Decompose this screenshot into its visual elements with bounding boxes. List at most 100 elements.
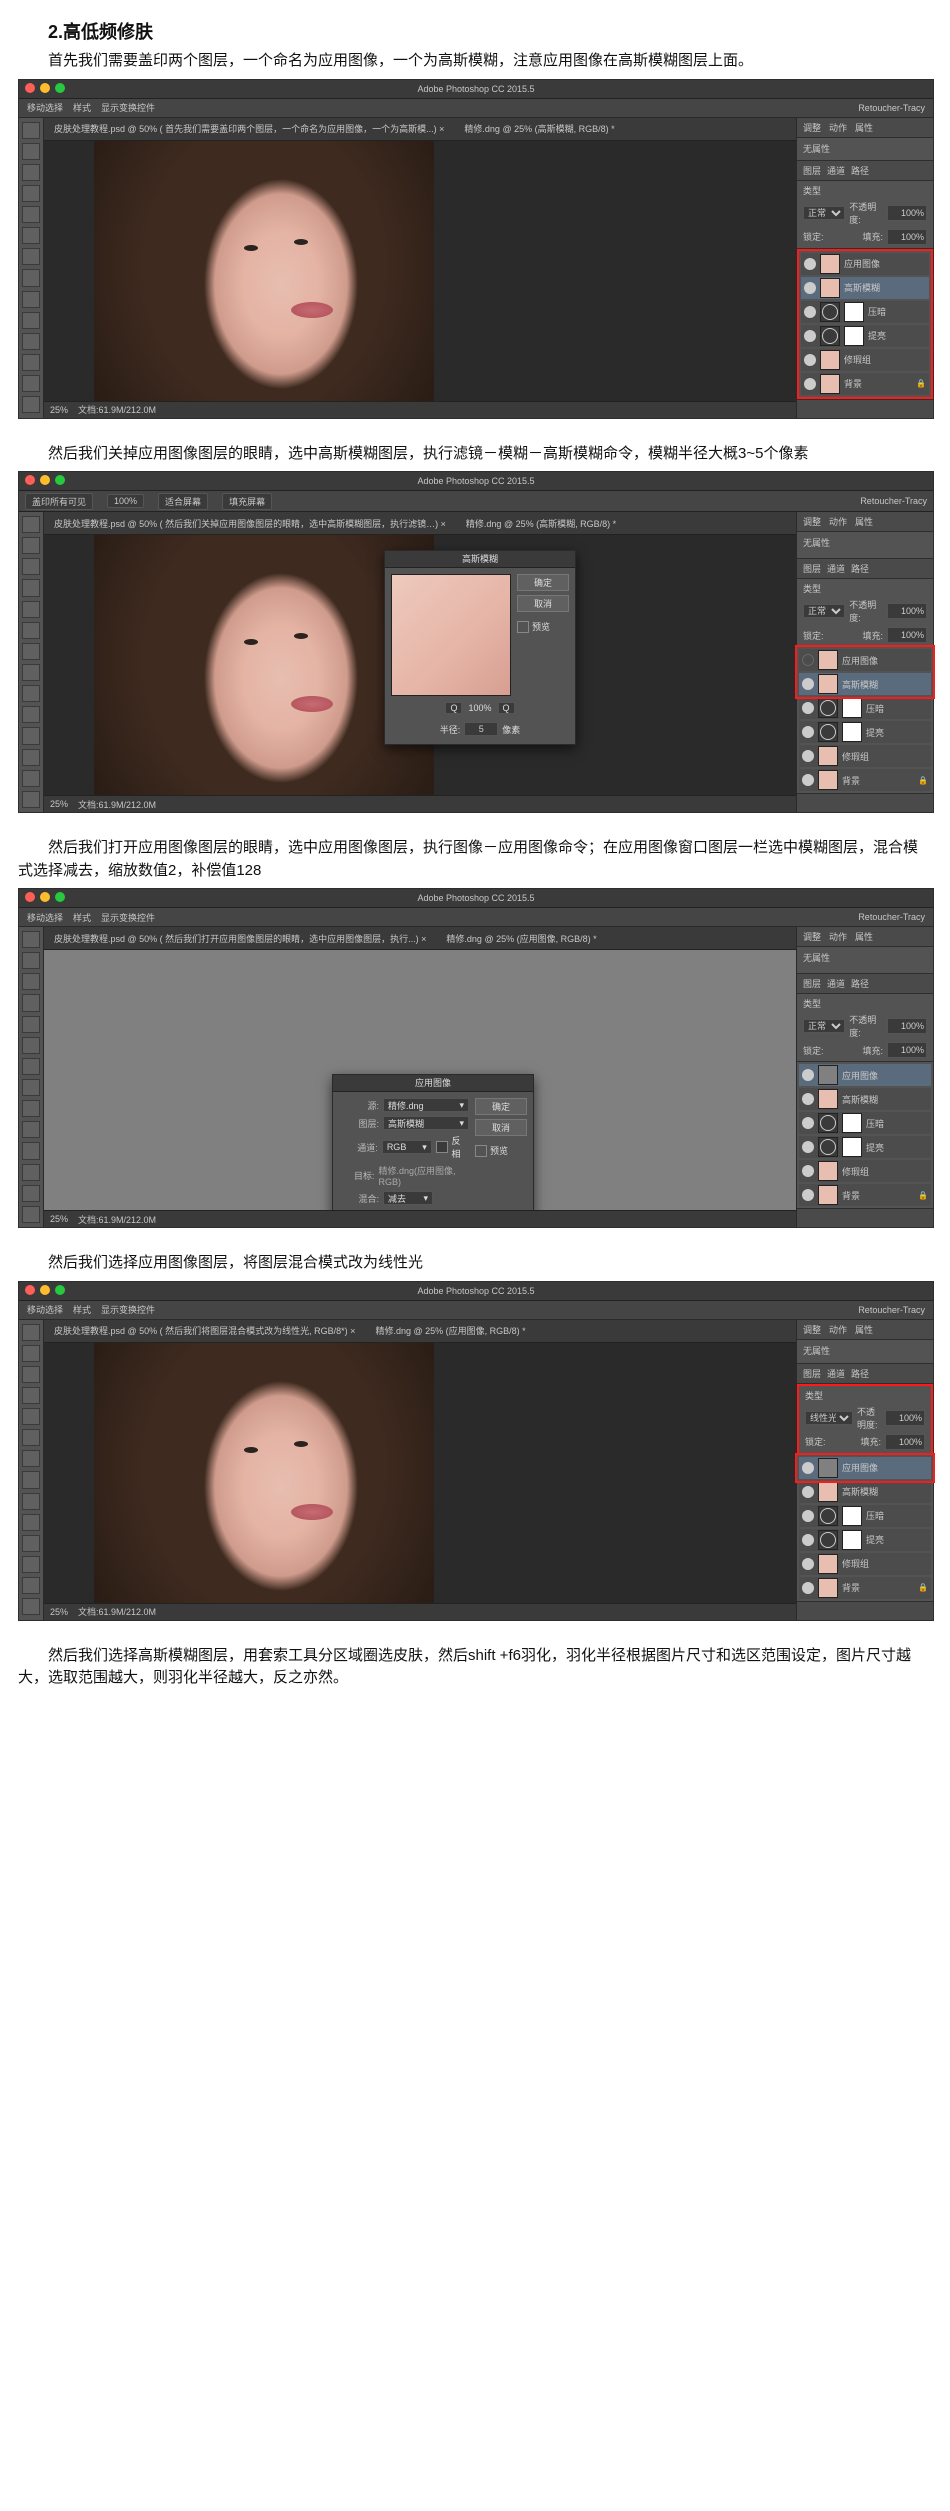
eye-icon[interactable] — [802, 678, 814, 690]
tool-icon[interactable] — [22, 516, 40, 533]
doc-tab-retouch[interactable]: 精修.dng @ 25% (高斯模糊, RGB/8) * — [464, 122, 614, 135]
panel-tab[interactable]: 调整 — [803, 1323, 821, 1336]
eye-icon[interactable] — [804, 354, 816, 366]
doc-tab[interactable]: 精修.dng @ 25% (高斯模糊, RGB/8) * — [466, 517, 616, 530]
eye-off-icon[interactable] — [802, 654, 814, 666]
opacity-input[interactable] — [885, 1410, 925, 1426]
layer-row-gauss[interactable]: 高斯模糊 — [801, 277, 929, 299]
tool-lasso-icon[interactable] — [22, 164, 40, 181]
layer-kind[interactable]: 类型 — [803, 184, 821, 197]
tool-move-icon[interactable] — [22, 122, 40, 139]
tool-icon[interactable] — [22, 931, 40, 948]
opt-transform[interactable]: 显示变换控件 — [101, 101, 155, 114]
tool-history-icon[interactable] — [22, 312, 40, 329]
panel-tab-adjust[interactable]: 调整 — [803, 121, 821, 134]
layer-row[interactable]: 压暗 — [799, 1112, 931, 1134]
layer-row[interactable]: 背景🔒 — [799, 1184, 931, 1206]
eye-icon[interactable] — [802, 1534, 814, 1546]
blend-select[interactable]: 正常 — [803, 604, 845, 618]
layer-row[interactable]: 修瑕组 — [799, 1553, 931, 1575]
layer-kind[interactable]: 类型 — [803, 997, 821, 1010]
opt-move[interactable]: 移动选择 — [27, 101, 63, 114]
tool-blur-icon[interactable] — [22, 375, 40, 392]
panel-tab-layers[interactable]: 图层 — [803, 164, 821, 177]
src-select[interactable]: 精修.dng▾ — [383, 1098, 469, 1112]
tool-icon[interactable] — [22, 1016, 40, 1033]
layer-row[interactable]: 背景🔒 — [799, 769, 931, 791]
layer-kind[interactable]: 类型 — [805, 1389, 823, 1402]
opt[interactable]: 显示变换控件 — [101, 1303, 155, 1316]
tool-icon[interactable] — [22, 1142, 40, 1159]
tool-icon[interactable] — [22, 1577, 40, 1594]
panel-tab[interactable]: 属性 — [855, 930, 873, 943]
eye-icon[interactable] — [802, 1141, 814, 1153]
panel-tab[interactable]: 动作 — [829, 930, 847, 943]
panel-tab[interactable]: 动作 — [829, 1323, 847, 1336]
tool-icon[interactable] — [22, 579, 40, 596]
invert-checkbox[interactable] — [436, 1141, 448, 1153]
opt[interactable]: 移动选择 — [27, 1303, 63, 1316]
tool-icon[interactable] — [22, 706, 40, 723]
eye-icon[interactable] — [804, 330, 816, 342]
tool-icon[interactable] — [22, 1058, 40, 1075]
layer-row[interactable]: 提亮 — [799, 1529, 931, 1551]
eye-icon[interactable] — [802, 726, 814, 738]
doc-tab[interactable]: 精修.dng @ 25% (应用图像, RGB/8) * — [446, 932, 596, 945]
opt[interactable]: 样式 — [73, 1303, 91, 1316]
eye-icon[interactable] — [802, 1558, 814, 1570]
doc-tab[interactable]: 皮肤处理教程.psd @ 50% ( 然后我们关掉应用图像图层的眼睛，选中高斯模… — [54, 517, 446, 530]
fill-input[interactable] — [887, 229, 927, 245]
tool-icon[interactable] — [22, 1185, 40, 1202]
document-tabs[interactable]: 皮肤处理教程.psd @ 50% ( 首先我们需要盖印两个图层，一个命名为应用图… — [44, 118, 796, 141]
window-traffic-lights[interactable] — [25, 83, 65, 93]
tool-icon[interactable] — [22, 1121, 40, 1138]
layer-row[interactable]: 应用图像 — [799, 1457, 931, 1479]
layer-list[interactable]: 应用图像 高斯模糊 压暗 提亮 修瑕组 背景🔒 — [797, 647, 933, 793]
tool-dodge-icon[interactable] — [22, 396, 40, 413]
tool-icon[interactable] — [22, 1429, 40, 1446]
eye-icon[interactable] — [802, 1462, 814, 1474]
tool-icon[interactable] — [22, 558, 40, 575]
fill-input[interactable] — [885, 1434, 925, 1450]
tool-icon[interactable] — [22, 1408, 40, 1425]
tool-icon[interactable] — [22, 1598, 40, 1615]
eye-icon[interactable] — [804, 378, 816, 390]
zoom-value[interactable]: 25% — [50, 1607, 68, 1617]
layer-kind[interactable]: 类型 — [803, 582, 821, 595]
eye-icon[interactable] — [802, 1165, 814, 1177]
layer-row[interactable]: 高斯模糊 — [799, 673, 931, 695]
cancel-button[interactable]: 取消 — [475, 1119, 527, 1136]
opt[interactable]: 样式 — [73, 911, 91, 924]
panel-tab[interactable]: 通道 — [827, 562, 845, 575]
doc-tab[interactable]: 皮肤处理教程.psd @ 50% ( 然后我们将图层混合模式改为线性光, RGB… — [54, 1324, 355, 1337]
panel-tab[interactable]: 通道 — [827, 1367, 845, 1380]
tool-icon[interactable] — [22, 1164, 40, 1181]
zoom-value[interactable]: 25% — [50, 799, 68, 809]
opt[interactable]: 移动选择 — [27, 911, 63, 924]
opt-fill[interactable]: 填充屏幕 — [222, 493, 272, 510]
opt-100[interactable]: 100% — [107, 494, 144, 508]
opacity-input[interactable] — [887, 603, 927, 619]
eye-icon[interactable] — [802, 1117, 814, 1129]
eye-icon[interactable] — [802, 750, 814, 762]
layer-row[interactable]: 压暗 — [799, 697, 931, 719]
layer-row[interactable]: 高斯模糊 — [799, 1088, 931, 1110]
layer-row[interactable]: 应用图像 — [799, 1064, 931, 1086]
tool-icon[interactable] — [22, 770, 40, 787]
tool-wand-icon[interactable] — [22, 185, 40, 202]
tool-icon[interactable] — [22, 643, 40, 660]
canvas-gray[interactable]: 应用图像 源:精修.dng▾ 图层:高斯模糊▾ 通道:RGB▾反相 目标:精修.… — [44, 950, 796, 1210]
panel-tab[interactable]: 调整 — [803, 515, 821, 528]
channel-select[interactable]: RGB▾ — [382, 1140, 432, 1154]
layer-actions[interactable] — [797, 399, 933, 418]
blend-select-linear-light[interactable]: 线性光 — [805, 1411, 853, 1425]
blend-select[interactable]: 正常 — [803, 1019, 845, 1033]
tool-icon[interactable] — [22, 1345, 40, 1362]
layer-row-apply[interactable]: 应用图像 — [801, 253, 929, 275]
opt-style[interactable]: 样式 — [73, 101, 91, 114]
tool-brush-icon[interactable] — [22, 269, 40, 286]
eye-icon[interactable] — [802, 1510, 814, 1522]
eye-icon[interactable] — [802, 1486, 814, 1498]
layer-row[interactable]: 修瑕组 — [799, 1160, 931, 1182]
toolbar[interactable] — [19, 512, 44, 812]
